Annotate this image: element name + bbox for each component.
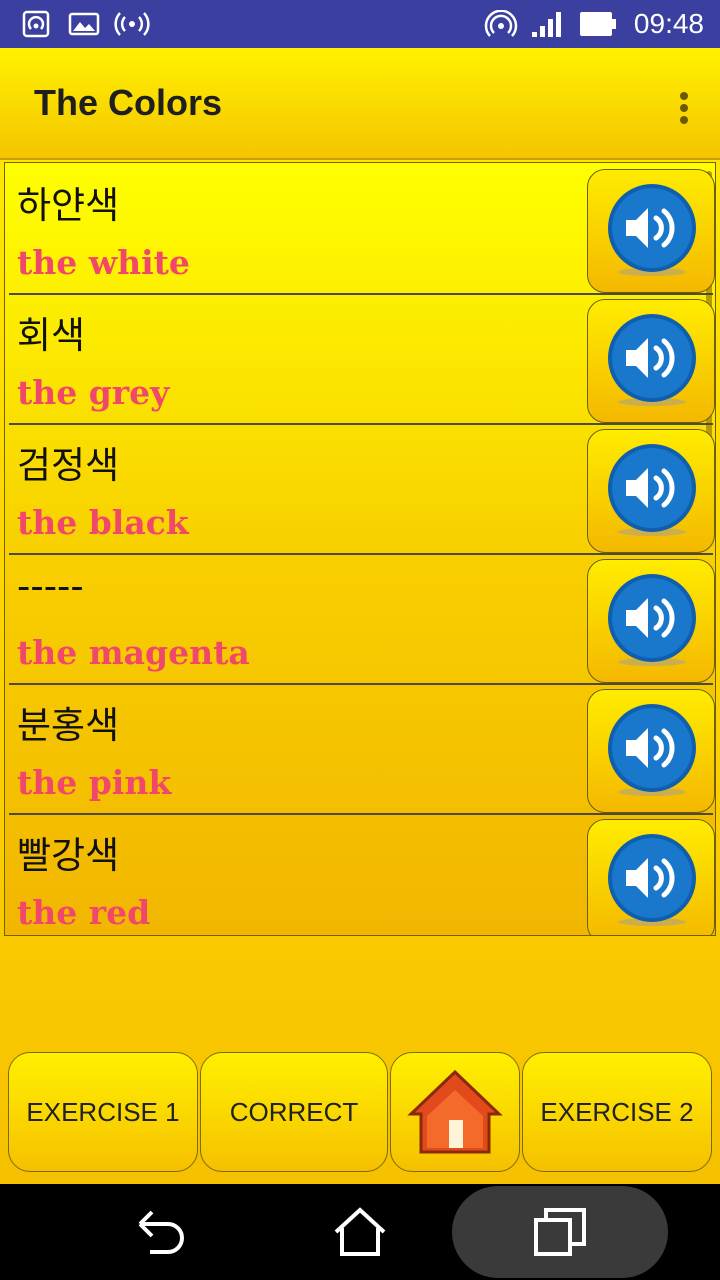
list-item: 하얀색 the white	[9, 165, 715, 295]
speaker-icon	[608, 444, 696, 536]
back-icon[interactable]	[134, 1206, 188, 1258]
korean-word: 검정색	[17, 444, 120, 487]
korean-word: 회색	[17, 314, 86, 357]
speaker-icon	[608, 184, 696, 276]
correct-label: CORRECT	[229, 1096, 359, 1127]
home-icon	[407, 1069, 503, 1154]
page-title: The Colors	[34, 82, 223, 123]
app-bar: The Colors	[0, 48, 720, 160]
navigation-bar	[0, 1184, 720, 1280]
play-sound-button[interactable]	[587, 299, 715, 423]
speaker-icon	[608, 834, 696, 926]
status-bar: 09:48	[0, 0, 720, 48]
broadcast-icon	[114, 12, 150, 36]
list-item: 검정색 the black	[9, 425, 715, 555]
wifi-icon	[484, 10, 518, 37]
recents-icon[interactable]	[532, 1206, 588, 1258]
english-word: the white	[17, 243, 190, 282]
list-item: 빨강색 the red	[9, 815, 715, 935]
play-sound-button[interactable]	[587, 819, 715, 935]
bottom-bar: EXERCISE 1 CORRECT EXERCISE 2	[0, 1052, 720, 1172]
speaker-icon	[608, 314, 696, 406]
app-screen: The Colors 하얀색 the white 회색 the grey 검정색 the …	[0, 48, 720, 1184]
korean-word: 분홍색	[17, 704, 120, 747]
image-icon	[68, 12, 100, 36]
list-item: 분홍색 the pink	[9, 685, 715, 815]
play-sound-button[interactable]	[587, 559, 715, 683]
home-nav-icon[interactable]	[332, 1206, 388, 1258]
korean-word: -----	[17, 565, 84, 608]
english-word: the black	[17, 503, 189, 542]
exercise-2-button[interactable]: EXERCISE 2	[522, 1052, 712, 1172]
signal-icon	[532, 12, 561, 37]
korean-word: 빨강색	[17, 834, 120, 877]
exercise-1-label: EXERCISE 1	[26, 1096, 180, 1127]
play-sound-button[interactable]	[587, 689, 715, 813]
more-vert-icon[interactable]	[678, 92, 690, 128]
play-sound-button[interactable]	[587, 169, 715, 293]
battery-icon	[580, 12, 616, 36]
english-word: the pink	[17, 763, 172, 802]
clock: 09:48	[633, 8, 704, 39]
exercise-2-label: EXERCISE 2	[540, 1096, 694, 1127]
play-sound-button[interactable]	[587, 429, 715, 553]
list-item: ----- the magenta	[9, 555, 715, 685]
hotspot-icon	[22, 10, 50, 38]
list-item: 회색 the grey	[9, 295, 715, 425]
english-word: the grey	[17, 373, 170, 412]
korean-word: 하얀색	[17, 184, 120, 227]
exercise-1-button[interactable]: EXERCISE 1	[8, 1052, 198, 1172]
speaker-icon	[608, 704, 696, 796]
home-button[interactable]	[390, 1052, 520, 1172]
color-list[interactable]: 하얀색 the white 회색 the grey 검정색 the black ----- t…	[4, 162, 716, 936]
correct-button[interactable]: CORRECT	[200, 1052, 388, 1172]
english-word: the magenta	[17, 633, 250, 672]
speaker-icon	[608, 574, 696, 666]
english-word: the red	[17, 893, 151, 932]
